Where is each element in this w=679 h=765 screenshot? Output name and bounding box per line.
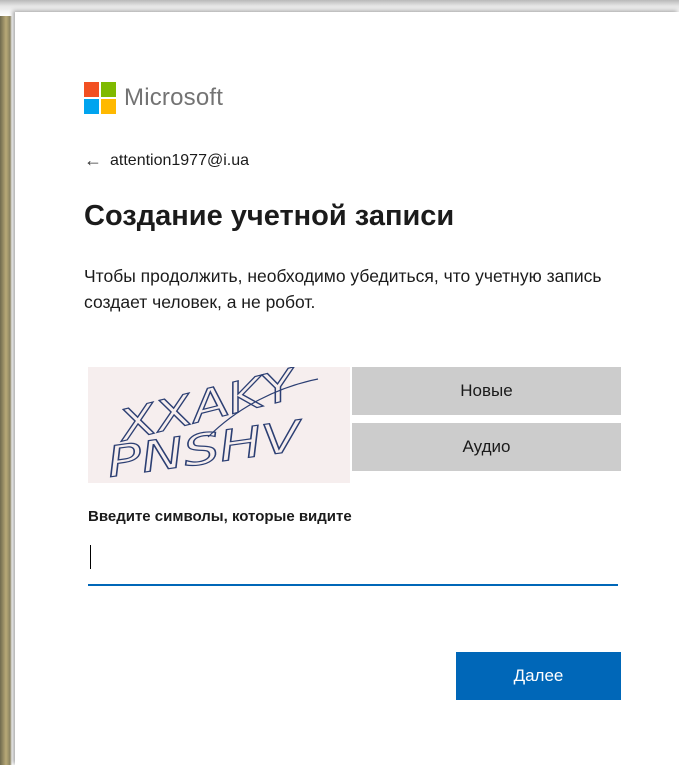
page-title: Создание учетной записи [84,200,455,232]
back-row: ← attention1977@i.ua [84,150,249,171]
logo-square-blue [84,99,99,114]
account-email: attention1977@i.ua [110,151,250,169]
captcha-input[interactable] [88,540,618,586]
audio-captcha-button[interactable]: Аудио [352,423,621,471]
logo-square-green [101,82,116,97]
new-captcha-button[interactable]: Новые [352,367,621,415]
logo-square-red [84,82,99,97]
logo-square-yellow [101,99,116,114]
brand-name: Microsoft [124,84,224,111]
arrow-left-icon[interactable]: ← [84,150,102,171]
microsoft-logo-icon [84,82,116,114]
description-text: Чтобы продолжить, необходимо убедиться, … [84,266,602,312]
next-button[interactable]: Далее [456,652,621,700]
captcha-input-label: Введите символы, которые видите [88,508,352,525]
microsoft-logo: Microsoft [84,82,223,114]
text-cursor [90,545,91,569]
captcha-image: XXAKY PNSHV [88,367,350,483]
